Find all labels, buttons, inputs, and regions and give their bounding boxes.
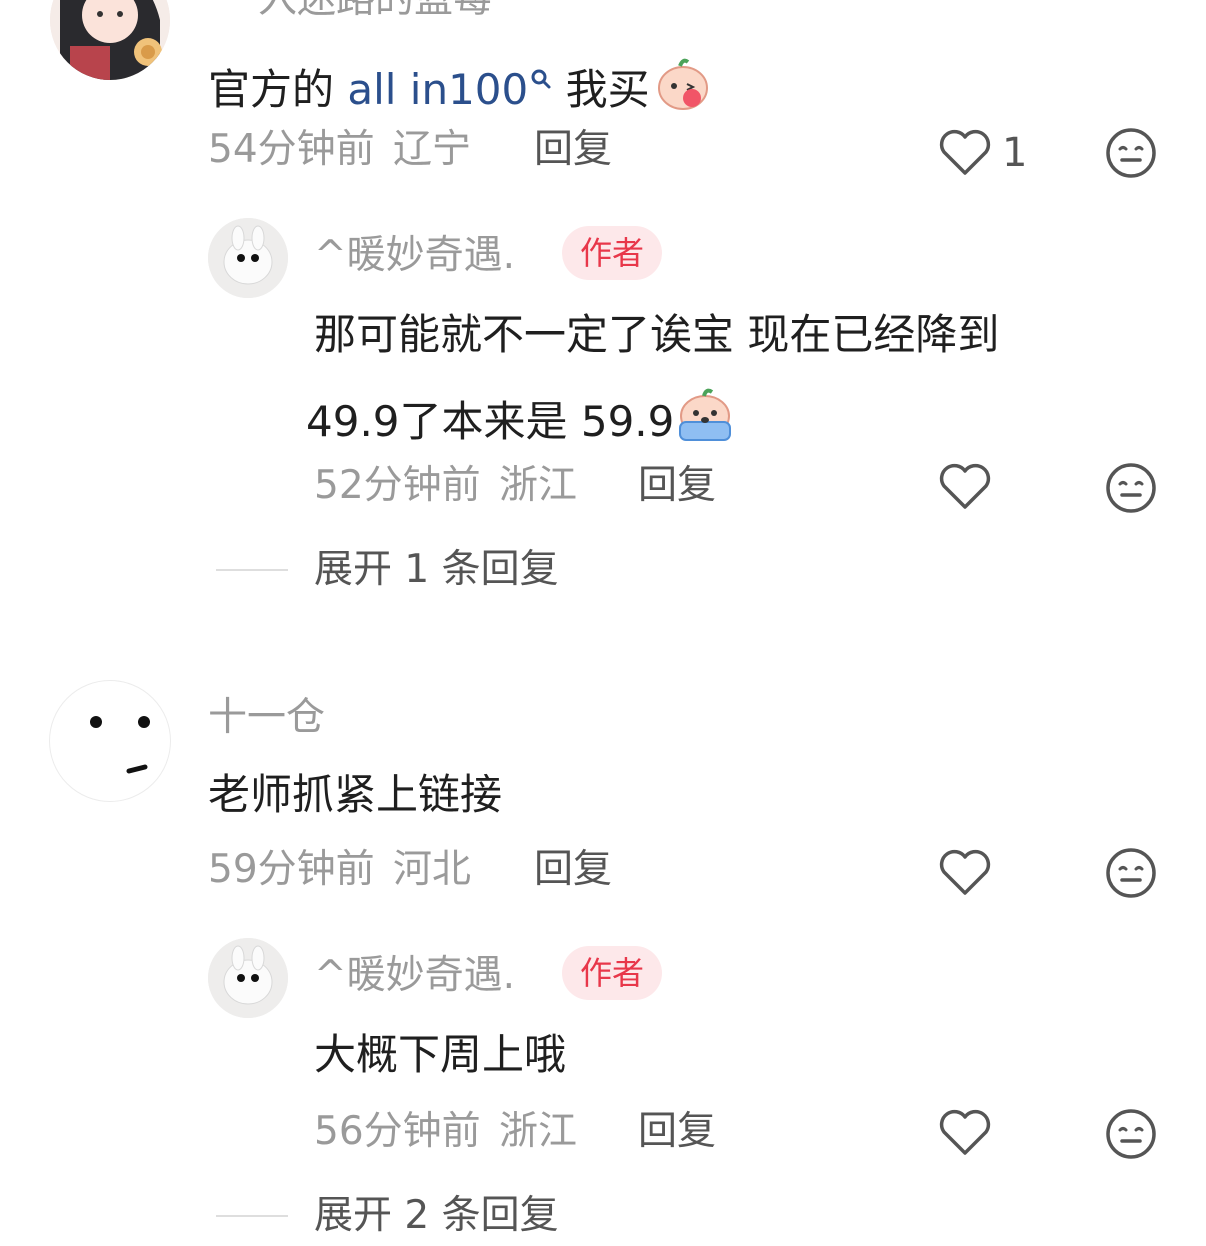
reply-meta: 52分钟前 浙江 [314,466,577,505]
like-count: 1 [1002,130,1028,176]
reply-text: 大概下周上哦 [314,1030,567,1079]
heart-outline-icon[interactable] [938,462,992,512]
reply-meta: 56分钟前 浙江 [314,1112,577,1151]
comment-text: 老师抓紧上链接 [208,770,503,819]
reply-button[interactable]: 回复 [638,466,716,505]
reply-text-line: 那可能就不一定了诶宝 现在已经降到 [314,310,1000,359]
heart-outline-icon[interactable] [938,848,992,898]
avatar[interactable] [208,938,288,1018]
reply-button[interactable]: 回复 [534,850,612,889]
reply-time: 56分钟前 [314,1109,481,1154]
expand-divider [216,1215,288,1217]
reply-button[interactable]: 回复 [638,1112,716,1151]
reply-location: 浙江 [499,1109,578,1154]
search-link[interactable]: all in100 [347,65,528,114]
comment-text: 官方的 all in100 我买 [208,54,712,119]
search-icon[interactable] [530,55,552,97]
reply-button[interactable]: 回复 [534,130,612,169]
reply-username[interactable]: ^暖妙奇遇. [314,956,515,995]
expand-replies-button[interactable]: 展开 1 条回复 [314,550,559,589]
comment-username[interactable]: 十一仓 [208,698,325,737]
heart-outline-icon[interactable] [938,1108,992,1158]
reply-time: 52分钟前 [314,463,481,508]
avatar[interactable] [49,680,171,802]
comment-meta: 59分钟前 河北 [208,850,471,889]
avatar[interactable] [208,218,288,298]
expand-replies-button[interactable]: 展开 2 条回复 [314,1196,559,1235]
crying-emoji-icon [674,386,736,451]
reply-text-line: 49.9了本来是 59.9 [306,386,736,451]
avatar[interactable] [50,0,170,80]
kiss-emoji-icon [654,54,712,119]
comment-location: 河北 [393,847,472,892]
comment-text-suffix: 我买 [552,65,650,114]
comment-location: 辽宁 [393,127,472,172]
author-badge: 作者 [562,946,663,1000]
heart-outline-icon [939,129,991,175]
comment-username[interactable]: 入迷路的蓝莓 [258,0,492,19]
reply-text-line-2: 49.9了本来是 59.9 [306,397,675,446]
expand-divider [216,569,288,571]
like-button[interactable]: 1 [938,128,1038,178]
reply-location: 浙江 [499,463,578,508]
meh-face-icon[interactable] [1105,1108,1157,1160]
meh-face-icon[interactable] [1105,847,1157,899]
comment-meta: 54分钟前 辽宁 [208,130,471,169]
reply-username[interactable]: ^暖妙奇遇. [314,236,515,275]
comment-time: 54分钟前 [208,127,375,172]
comment-text-prefix: 官方的 [208,65,348,114]
meh-face-icon[interactable] [1105,127,1157,179]
meh-face-icon[interactable] [1105,462,1157,514]
author-badge: 作者 [562,226,663,280]
comment-time: 59分钟前 [208,847,375,892]
